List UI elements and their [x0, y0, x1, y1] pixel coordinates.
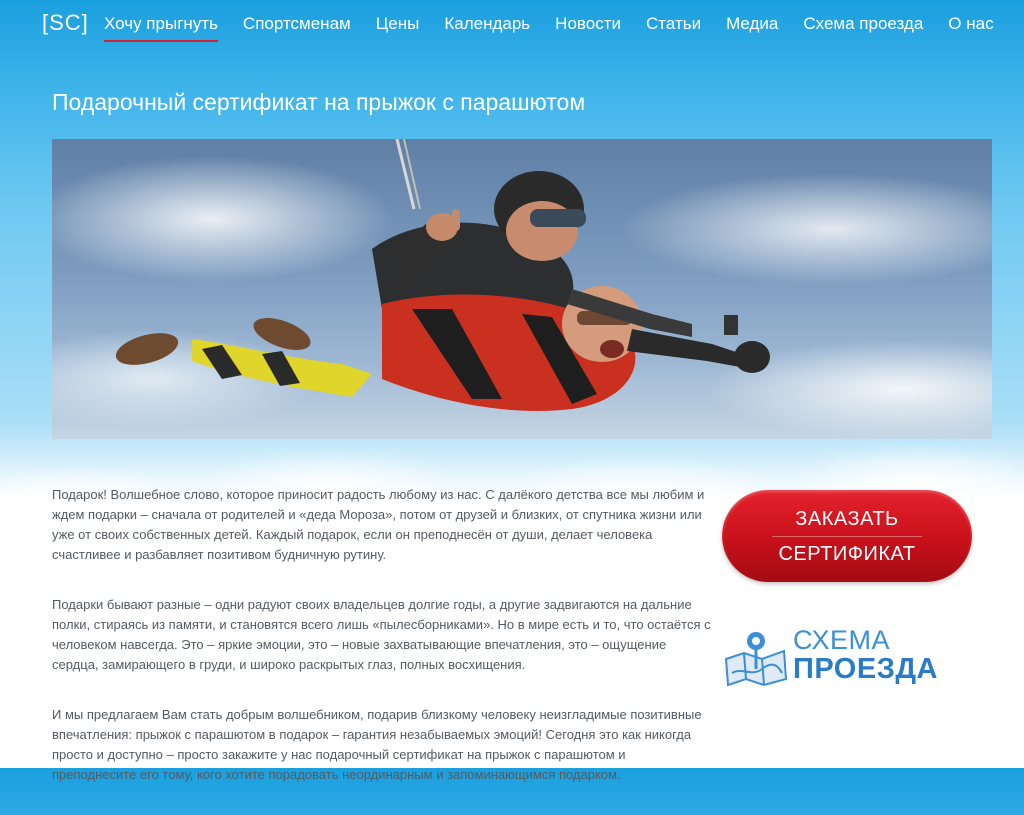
order-button-line1: ЗАКАЗАТЬ — [795, 508, 899, 530]
nav-item-calendar[interactable]: Календарь — [444, 14, 530, 42]
nav-item-media[interactable]: Медиа — [726, 14, 778, 42]
paragraph-1: Подарок! Волшебное слово, которое принос… — [52, 487, 705, 562]
nav-item-articles[interactable]: Статьи — [646, 14, 701, 42]
paragraph-3: И мы предлагаем Вам стать добрым волшебн… — [52, 707, 702, 782]
page-title: Подарочный сертификат на прыжок с парашю… — [52, 89, 586, 115]
nav-item-about[interactable]: О нас — [948, 14, 993, 42]
main-menu: Хочу прыгнуть Спортсменам Цены Календарь… — [104, 14, 994, 42]
site-logo[interactable]: [SC] — [42, 10, 89, 36]
paragraph-2: Подарки бывают разные – одни радуют свои… — [52, 597, 711, 672]
skydivers-illustration — [115, 139, 770, 411]
order-certificate-button[interactable]: ЗАКАЗАТЬ СЕРТИФИКАТ — [722, 490, 972, 582]
order-button-line2: СЕРТИФИКАТ — [778, 543, 916, 565]
nav-item-prices[interactable]: Цены — [376, 14, 420, 42]
nav-item-want-to-jump[interactable]: Хочу прыгнуть — [104, 14, 218, 42]
order-button-divider — [772, 536, 922, 537]
nav-item-athletes[interactable]: Спортсменам — [243, 14, 351, 42]
directions-link[interactable]: СХЕМА ПРОЕЗДА — [722, 625, 942, 689]
hero-image — [52, 139, 992, 439]
nav-item-directions[interactable]: Схема проезда — [803, 14, 923, 42]
top-navigation: [SC] Хочу прыгнуть Спортсменам Цены Кале… — [0, 0, 1024, 50]
nav-item-news[interactable]: Новости — [555, 14, 621, 42]
article-text: Подарок! Волшебное слово, которое принос… — [52, 485, 712, 815]
directions-line2: ПРОЕЗДА — [793, 653, 938, 685]
map-pin-icon — [724, 632, 788, 687]
directions-line1: СХЕМА — [793, 625, 890, 655]
